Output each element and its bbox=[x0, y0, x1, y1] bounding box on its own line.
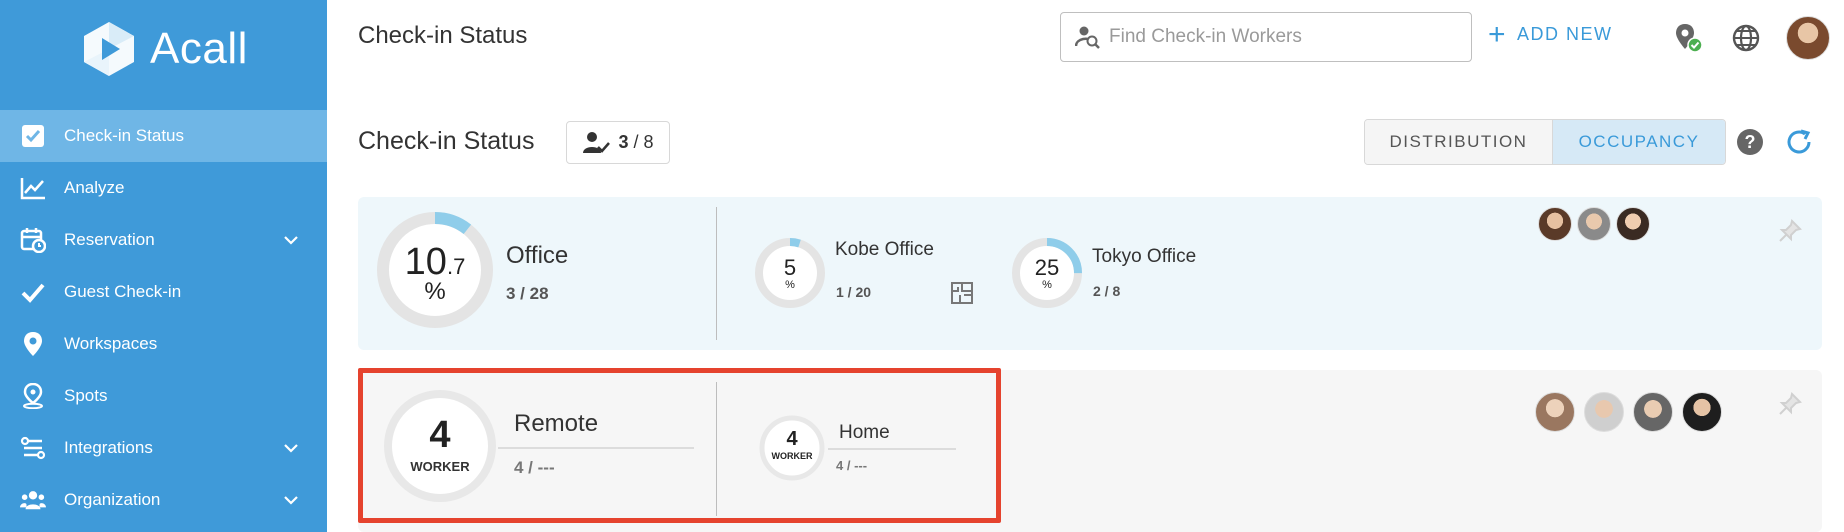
sidebar-item-label: Guest Check-in bbox=[64, 282, 182, 301]
sidebar-item-label: Check-in Status bbox=[64, 126, 184, 145]
checkmark-icon bbox=[20, 279, 46, 305]
remote-name-underline bbox=[498, 447, 694, 449]
refresh-icon[interactable] bbox=[1785, 128, 1813, 156]
sidebar-item-reservation[interactable]: Reservation bbox=[0, 214, 327, 266]
tokyo-office-count: 2 / 8 bbox=[1093, 283, 1121, 299]
remote-divider bbox=[716, 382, 717, 516]
chevron-down-icon[interactable] bbox=[283, 232, 299, 248]
remote-workers: 4 WORKER bbox=[382, 414, 498, 474]
remote-card[interactable]: 4 WORKER Remote 4 / --- 4 WORKER Home 4 … bbox=[358, 370, 1822, 532]
checked-in-avatar[interactable] bbox=[1616, 207, 1650, 241]
chevron-down-icon[interactable] bbox=[283, 492, 299, 508]
search-box[interactable] bbox=[1060, 12, 1472, 62]
tab-distribution[interactable]: DISTRIBUTION bbox=[1365, 120, 1553, 164]
integrations-icon bbox=[20, 435, 46, 461]
section-title: Check-in Status bbox=[358, 127, 535, 155]
home-count: 4 / --- bbox=[836, 458, 868, 473]
app-logo[interactable]: Acall bbox=[80, 20, 248, 78]
sidebar-item-label: Analyze bbox=[64, 178, 125, 197]
checked-in-avatar[interactable] bbox=[1577, 207, 1611, 241]
office-percent: 10.7 % bbox=[392, 241, 478, 306]
remote-worker-count: 4 bbox=[429, 414, 451, 456]
sidebar-item-label: Organization bbox=[64, 490, 161, 509]
home-worker-unit: WORKER bbox=[771, 451, 813, 461]
office-percent-int: 10 bbox=[404, 241, 447, 283]
location-pin-icon bbox=[20, 331, 46, 357]
office-divider bbox=[716, 207, 717, 340]
plus-icon: + bbox=[1488, 17, 1508, 51]
sidebar-item-organization[interactable]: Organization bbox=[0, 474, 327, 526]
page-title: Check-in Status bbox=[358, 22, 528, 49]
pin-icon[interactable] bbox=[1778, 219, 1802, 243]
kobe-percent: 5 % bbox=[754, 255, 826, 291]
kobe-office-count: 1 / 20 bbox=[836, 284, 872, 300]
home-name[interactable]: Home bbox=[839, 422, 890, 444]
tokyo-percent: 25 % bbox=[1011, 255, 1083, 291]
sidebar-item-label: Integrations bbox=[64, 438, 153, 457]
spot-pin-icon bbox=[20, 383, 46, 409]
chevron-down-icon[interactable] bbox=[283, 440, 299, 456]
globe-icon[interactable] bbox=[1730, 22, 1762, 54]
person-search-icon bbox=[1075, 26, 1100, 49]
sidebar: Acall Check-in Status Analyze Reservatio… bbox=[0, 0, 327, 532]
tokyo-office-name[interactable]: Tokyo Office bbox=[1092, 246, 1196, 268]
checked-in-number: 3 bbox=[618, 132, 629, 152]
total-number: / 8 bbox=[633, 132, 654, 152]
add-new-label: ADD NEW bbox=[1517, 24, 1613, 44]
line-chart-icon bbox=[20, 175, 46, 201]
check-square-icon bbox=[20, 123, 46, 149]
acall-logo-icon bbox=[84, 22, 134, 76]
sidebar-item-integrations[interactable]: Integrations bbox=[0, 422, 327, 474]
home-workers: 4 WORKER bbox=[758, 428, 826, 461]
remote-worker-avatar[interactable] bbox=[1535, 392, 1575, 432]
view-toggle: DISTRIBUTION OCCUPANCY bbox=[1364, 119, 1726, 165]
add-new-button[interactable]: + ADD NEW bbox=[1488, 17, 1613, 51]
remote-worker-avatar[interactable] bbox=[1682, 392, 1722, 432]
kobe-office-name[interactable]: Kobe Office bbox=[835, 239, 934, 261]
sidebar-item-analyze[interactable]: Analyze bbox=[0, 162, 327, 214]
remote-count: 4 / --- bbox=[514, 458, 555, 477]
sidebar-item-spots[interactable]: Spots bbox=[0, 370, 327, 422]
sidebar-item-label: Reservation bbox=[64, 230, 155, 249]
sidebar-item-workspaces[interactable]: Workspaces bbox=[0, 318, 327, 370]
remote-worker-avatar[interactable] bbox=[1633, 392, 1673, 432]
person-check-icon bbox=[583, 131, 611, 153]
calendar-clock-icon bbox=[20, 227, 46, 253]
kobe-percent-value: 5 bbox=[783, 255, 797, 280]
logo-text: Acall bbox=[150, 24, 248, 73]
sidebar-item-label: Workspaces bbox=[64, 334, 158, 353]
search-input[interactable] bbox=[1109, 26, 1449, 48]
home-name-underline bbox=[828, 448, 956, 450]
floor-plan-icon[interactable] bbox=[950, 281, 974, 305]
help-icon[interactable]: ? bbox=[1736, 128, 1764, 156]
checked-in-avatar[interactable] bbox=[1538, 207, 1572, 241]
remote-name: Remote bbox=[514, 410, 599, 437]
sidebar-item-label: Spots bbox=[64, 386, 108, 405]
sidebar-item-check-in-status[interactable]: Check-in Status bbox=[0, 110, 327, 162]
tokyo-percent-value: 25 bbox=[1034, 255, 1060, 280]
location-checked-icon[interactable] bbox=[1672, 22, 1704, 54]
remote-worker-avatar[interactable] bbox=[1584, 392, 1624, 432]
user-avatar[interactable] bbox=[1786, 16, 1830, 60]
sidebar-nav: Check-in Status Analyze Reservation Gues… bbox=[0, 110, 327, 526]
sidebar-item-guest-check-in[interactable]: Guest Check-in bbox=[0, 266, 327, 318]
office-count: 3 / 28 bbox=[506, 284, 549, 303]
kobe-percent-unit: % bbox=[785, 279, 795, 291]
home-worker-count: 4 bbox=[786, 428, 798, 450]
office-card[interactable]: 10.7 % Office 3 / 28 5 % Kobe Office 1 /… bbox=[358, 197, 1822, 350]
tokyo-percent-unit: % bbox=[1042, 279, 1052, 291]
remote-worker-unit: WORKER bbox=[410, 459, 470, 474]
tab-occupancy[interactable]: OCCUPANCY bbox=[1553, 120, 1725, 164]
people-icon bbox=[20, 487, 46, 513]
office-name: Office bbox=[506, 242, 569, 269]
checked-in-count-chip[interactable]: 3 / 8 bbox=[566, 121, 670, 164]
office-percent-dec: .7 bbox=[446, 254, 466, 279]
pin-icon[interactable] bbox=[1778, 392, 1802, 416]
svg-text:?: ? bbox=[1745, 132, 1756, 152]
